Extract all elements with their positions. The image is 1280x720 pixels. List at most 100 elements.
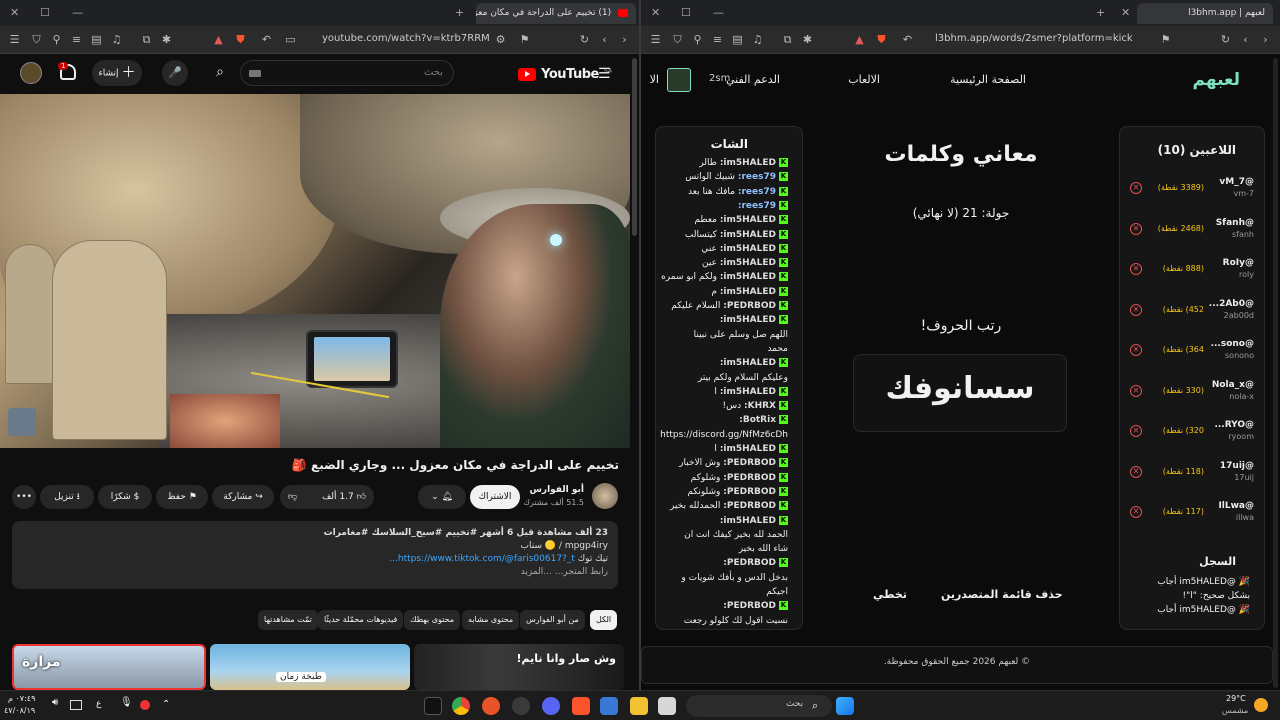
- chat-username[interactable]: im5HALED:: [720, 358, 776, 368]
- discord-icon[interactable]: [542, 697, 560, 715]
- tabs-icon[interactable]: ⧉: [140, 33, 153, 46]
- remove-player-icon[interactable]: ✕: [1130, 303, 1142, 316]
- chat-username[interactable]: im5HALED:: [720, 158, 776, 168]
- app-icon[interactable]: [482, 697, 500, 715]
- new-tab-icon[interactable]: +: [455, 6, 464, 19]
- chip-all[interactable]: الكل: [590, 610, 618, 630]
- weather-icon[interactable]: [1254, 698, 1268, 712]
- chrome-icon[interactable]: [452, 697, 470, 715]
- cast-icon[interactable]: ▭: [284, 33, 297, 46]
- chat-username[interactable]: rees79:: [738, 172, 776, 182]
- start-icon[interactable]: [836, 697, 854, 715]
- shield-icon[interactable]: ⛉: [30, 33, 43, 46]
- window-minimize-icon[interactable]: —: [72, 6, 83, 19]
- remove-player-icon[interactable]: ✕: [1130, 384, 1142, 397]
- site-logo[interactable]: لعبهم: [1193, 70, 1240, 90]
- chat-username[interactable]: im5HALED:: [720, 258, 776, 268]
- bookmark-icon[interactable]: ⚑: [518, 33, 531, 46]
- voice-search-icon[interactable]: 🎤: [162, 60, 188, 86]
- chat-username[interactable]: im5HALED:: [720, 215, 776, 225]
- shield-icon[interactable]: ⛉: [671, 33, 684, 46]
- l3bhm-tab[interactable]: لعبهم | l3bhm.app: [1137, 3, 1273, 24]
- back-history-icon[interactable]: ↶: [260, 33, 273, 46]
- forward-icon[interactable]: ›: [618, 33, 631, 46]
- chat-username[interactable]: PEDRBOD:: [723, 301, 776, 311]
- search-button[interactable]: ⌕: [204, 60, 236, 86]
- reader-icon[interactable]: ≡: [70, 33, 83, 46]
- pin-icon[interactable]: ⚲: [691, 33, 704, 46]
- nav-overflow[interactable]: الا: [641, 73, 659, 86]
- chat-username[interactable]: im5HALED:: [720, 272, 776, 282]
- clear-leaderboard-button[interactable]: حذف قائمة المتصدرين: [941, 588, 1063, 601]
- chat-username[interactable]: rees79:: [738, 187, 776, 197]
- chat-username[interactable]: im5HALED:: [720, 444, 776, 454]
- extensions-icon[interactable]: ✱: [801, 33, 814, 46]
- chat-username[interactable]: rees79:: [738, 201, 776, 211]
- chat-username[interactable]: KHRX:: [744, 401, 776, 411]
- chat-username[interactable]: im5HALED:: [720, 315, 776, 325]
- sidebar-icon[interactable]: ▤: [90, 33, 103, 46]
- window-close-icon[interactable]: ✕: [10, 6, 19, 19]
- chat-username[interactable]: im5HALED:: [720, 387, 776, 397]
- more-actions-button[interactable]: •••: [12, 485, 36, 509]
- brave-icon[interactable]: ⛊: [234, 33, 247, 46]
- thanks-button[interactable]: $ شكرًا: [98, 485, 152, 509]
- notification-bell-button[interactable]: 🔔︎ ⌄: [418, 485, 466, 509]
- subscribe-button[interactable]: الاشتراك: [470, 485, 520, 509]
- remove-player-icon[interactable]: ✕: [1130, 222, 1142, 235]
- guide-menu-icon[interactable]: ☰: [598, 66, 611, 82]
- clock-time[interactable]: ٠٧:٤٩ م: [8, 694, 35, 703]
- remove-player-icon[interactable]: ✕: [1130, 344, 1142, 356]
- skip-button[interactable]: تخطي: [873, 588, 907, 601]
- chat-username[interactable]: PEDRBOD:: [723, 473, 776, 483]
- new-tab-icon[interactable]: +: [1096, 6, 1105, 19]
- keyboard-icon[interactable]: [249, 70, 261, 77]
- create-button[interactable]: ＋ إنشاء: [92, 60, 142, 86]
- window-maximize-icon[interactable]: ☐: [40, 6, 50, 19]
- chat-username[interactable]: PEDRBOD:: [723, 487, 776, 497]
- chip-recent[interactable]: فيديوهات محمّلة حديثًا: [318, 610, 404, 630]
- miniplayer-thumbnail[interactable]: [8, 408, 36, 436]
- window-close-icon[interactable]: ✕: [651, 6, 660, 19]
- menu-icon[interactable]: ☰: [8, 33, 21, 46]
- back-icon[interactable]: ‹: [598, 33, 611, 46]
- tiktok-link[interactable]: https://www.tiktok.com/@faris00617?_t...: [389, 554, 575, 564]
- user-handle[interactable]: 2sm: [709, 73, 730, 84]
- chip-for-you[interactable]: محتوى بهطك: [404, 610, 461, 630]
- remove-player-icon[interactable]: ✕: [1130, 425, 1142, 437]
- recommended-video-thumbnail[interactable]: وش صار وانا نايم!: [414, 644, 624, 690]
- music-icon[interactable]: ♫: [751, 33, 764, 46]
- nav-support[interactable]: الدعم الفني: [726, 73, 780, 86]
- site-settings-icon[interactable]: ⚙: [494, 33, 507, 46]
- like-button[interactable]: 👍︎ 1.7 ألف: [322, 485, 366, 509]
- task-view-icon[interactable]: [658, 697, 676, 715]
- chip-watched[interactable]: تمّت مشاهدتها: [258, 610, 318, 630]
- video-player[interactable]: [0, 94, 630, 448]
- window-maximize-icon[interactable]: ☐: [681, 6, 691, 19]
- obs-icon[interactable]: [512, 697, 530, 715]
- back-icon[interactable]: ‹: [1239, 33, 1252, 46]
- clock-date[interactable]: ٤٧/٠٨/١٩: [4, 706, 35, 715]
- volume-icon[interactable]: 🔊︎: [52, 697, 58, 708]
- chat-username[interactable]: BotRix:: [739, 415, 776, 425]
- chat-username[interactable]: im5HALED:: [720, 516, 776, 526]
- nav-home[interactable]: الصفحة الرئيسية: [950, 73, 1026, 86]
- sidebar-icon[interactable]: ▤: [731, 33, 744, 46]
- warning-icon[interactable]: ▲: [212, 33, 225, 46]
- remove-player-icon[interactable]: ✕: [1130, 182, 1142, 194]
- remove-player-icon[interactable]: ✕: [1130, 263, 1142, 275]
- brave-taskbar-icon[interactable]: [572, 697, 590, 715]
- url-text[interactable]: l3bhm.app/words/2smer?platform=kick: [935, 33, 1153, 44]
- reload-icon[interactable]: ↻: [578, 33, 591, 46]
- epic-games-icon[interactable]: [424, 697, 442, 715]
- chat-username[interactable]: PEDRBOD:: [723, 501, 776, 511]
- url-text[interactable]: youtube.com/watch?v=ktrb7RRM6zQ: [322, 33, 490, 44]
- chat-username[interactable]: im5HALED:: [720, 287, 776, 297]
- warning-icon[interactable]: ▲: [853, 33, 866, 46]
- save-button[interactable]: ⚑ حفظ: [156, 485, 208, 509]
- chat-username[interactable]: im5HALED:: [720, 230, 776, 240]
- video-description[interactable]: 23 ألف مشاهدة قبل 6 أشهر #تخييم #سيح_الس…: [12, 521, 618, 589]
- channel-avatar[interactable]: [592, 483, 618, 509]
- chat-username[interactable]: im5HALED:: [720, 244, 776, 254]
- tabs-icon[interactable]: ⧉: [781, 33, 794, 46]
